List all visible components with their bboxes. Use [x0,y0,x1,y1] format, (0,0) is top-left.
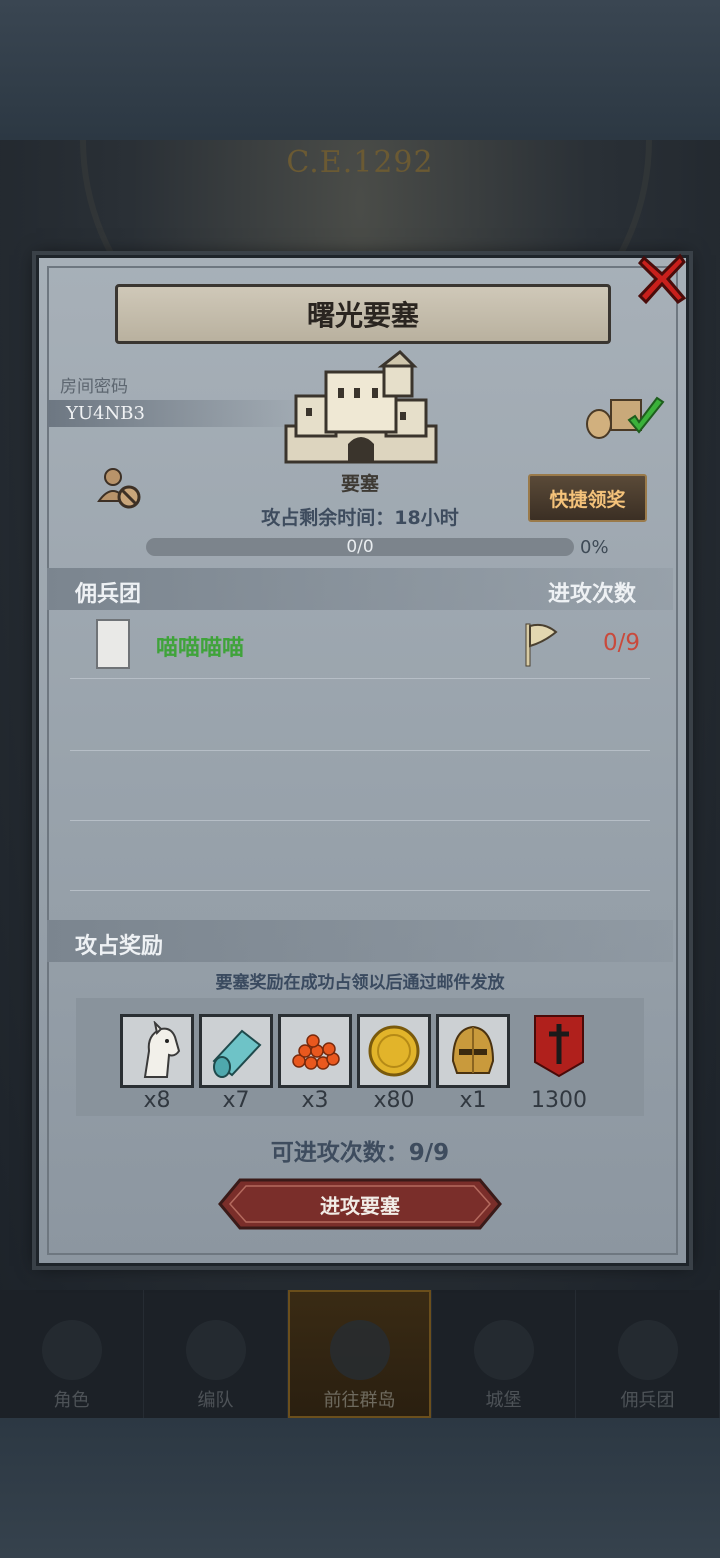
reward-item-helmet[interactable] [436,1014,510,1088]
dialog-title: 曙光要塞 [115,284,611,344]
reward-count: x7 [222,1088,250,1113]
helmet-icon [451,1025,495,1074]
era-label: C.E.1292 [286,145,434,180]
attack-fortress-button[interactable]: 进攻要塞 [218,1178,502,1230]
rewards-note: 要塞奖励在成功占领以后通过邮件发放 [215,973,505,993]
horse-icon [143,1021,181,1078]
knight-icon [41,1320,102,1380]
cloth-roll-icon [212,1029,262,1078]
nav-item-character[interactable]: 角色 [0,1290,144,1418]
nav-label: 角色 [53,1390,90,1411]
nav-item-formation[interactable]: 编队 [144,1290,288,1418]
available-attacks: 可进攻次数：9/9 [270,1140,450,1166]
reward-count: x3 [301,1088,329,1113]
compass-icon [329,1320,390,1380]
nav-label: 佣兵团 [620,1390,675,1411]
mercenary-row[interactable]: 喵喵喵喵 0/9 [70,612,650,679]
mercenary-attack-count: 0/9 [603,630,641,656]
reward-count: x80 [373,1088,415,1113]
mercenary-emblem-icon [96,619,130,669]
gold-coin-icon [368,1025,420,1077]
mercenary-name: 喵喵喵喵 [156,636,245,661]
red-banner-icon [534,1015,584,1078]
reward-item-gold-coin[interactable] [357,1014,431,1088]
nav-item-mercenary[interactable]: 佣兵团 [576,1290,720,1418]
castle-label: 要塞 [340,473,379,495]
room-password-label: 房间密码 [60,377,128,397]
attack-count-header: 进攻次数 [548,582,637,607]
nav-label: 前往群岛 [323,1390,396,1411]
orange-gems-icon [292,1034,340,1070]
reward-item-gems[interactable] [278,1014,352,1088]
ship-icon [617,1320,678,1380]
room-code[interactable]: YU4NB3 [48,400,308,427]
nav-item-castle[interactable]: 城堡 [432,1290,576,1418]
reward-count: x1 [459,1088,487,1113]
remaining-time: 攻占剩余时间：18小时 [261,507,459,529]
nav-item-islands[interactable]: 前往群岛 [288,1290,432,1418]
flag-icon [525,623,558,667]
rewards-header: 攻占奖励 [75,934,164,959]
reward-count: x8 [143,1088,171,1113]
supplies-check-icon[interactable] [585,392,667,442]
mercenary-header: 佣兵团 [75,582,142,607]
reward-item-horse[interactable] [120,1014,194,1088]
top-dark-band [0,0,720,140]
reward-count: 1300 [531,1088,587,1113]
formation-icon [185,1320,246,1380]
castle-icon [284,350,438,464]
progress-text: 0/0 [346,537,374,557]
castle-icon [473,1320,534,1380]
nav-label: 编队 [197,1390,234,1411]
nav-label: 城堡 [485,1390,522,1411]
empty-row [70,680,650,751]
close-icon[interactable] [634,250,690,306]
bottom-dark-band [0,1418,720,1558]
empty-row [70,750,650,821]
empty-row [70,820,650,891]
bottom-nav: 角色 编队 前往群岛 城堡 佣兵团 [0,1290,720,1418]
progress-percent: 0% [580,537,609,558]
reward-item-cloth[interactable] [199,1014,273,1088]
